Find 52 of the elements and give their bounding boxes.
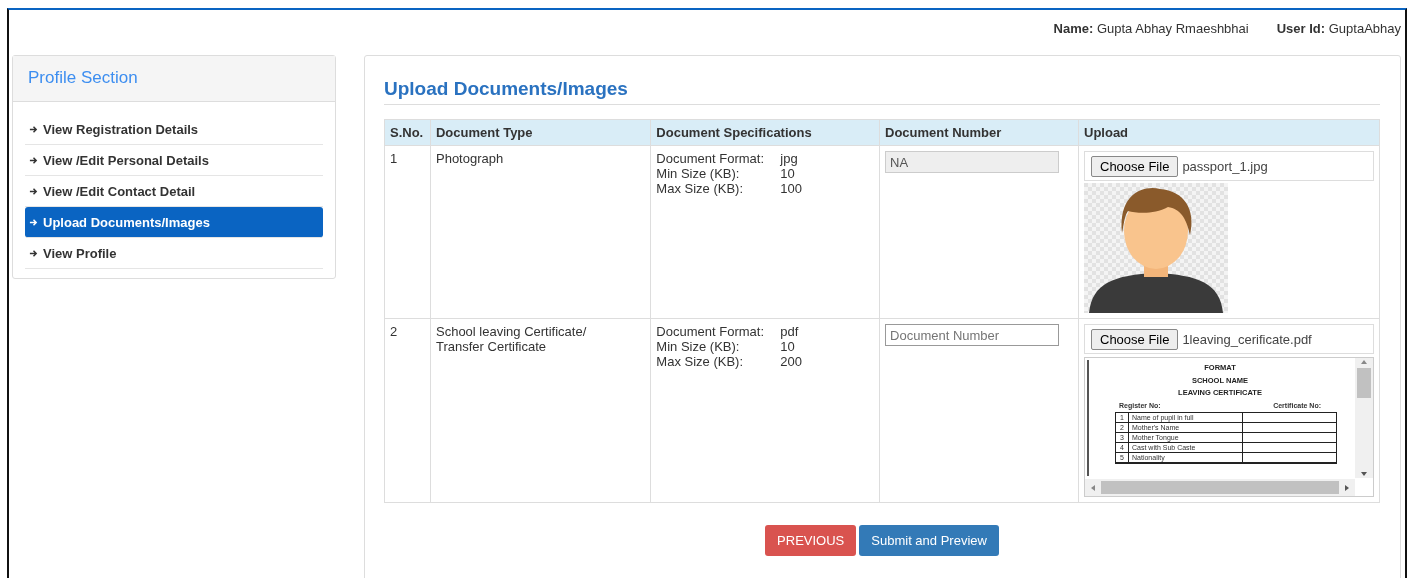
- spec-label: Max Size (KB):: [656, 181, 745, 196]
- arrow-icon: [29, 124, 38, 134]
- column-header: Upload: [1078, 119, 1380, 146]
- column-header: Document Specifications: [650, 119, 880, 146]
- file-input[interactable]: Choose File passport_1.jpg: [1084, 151, 1374, 181]
- submit-button[interactable]: Submit and Preview: [859, 525, 999, 556]
- spec-value: 10: [780, 166, 795, 181]
- arrow-icon: [29, 217, 38, 227]
- section-title: Upload Documents/Images: [384, 78, 1380, 105]
- scroll-up-icon[interactable]: [1360, 358, 1368, 366]
- document-type: Photograph: [436, 151, 505, 166]
- spec-label: Max Size (KB):: [656, 354, 745, 369]
- spec-label: Min Size (KB):: [656, 166, 741, 181]
- user-name: Name: Gupta Abhay Rmaeshbhai: [1053, 21, 1249, 38]
- sidebar-item[interactable]: View Profile: [25, 238, 323, 269]
- spec-label: Document Format:: [656, 324, 765, 339]
- spec-label: Document Format:: [656, 151, 765, 166]
- sidebar-title: Profile Section: [28, 68, 138, 87]
- spec-value: pdf: [780, 324, 799, 339]
- spec-value: 100: [780, 181, 803, 196]
- document-type: School leaving Certificate/: [436, 324, 588, 339]
- choose-file-button[interactable]: Choose File: [1091, 328, 1179, 350]
- scroll-right-icon[interactable]: [1343, 483, 1351, 492]
- table-cell: 2: [384, 318, 431, 503]
- vertical-scrollbar[interactable]: [1355, 358, 1373, 478]
- spec-value: jpg: [780, 151, 798, 166]
- file-name: passport_1.jpg: [1182, 158, 1268, 174]
- file-input[interactable]: Choose File 1leaving_cerificate.pdf: [1084, 324, 1374, 354]
- spec-label: Min Size (KB):: [656, 339, 741, 354]
- file-name: 1leaving_cerificate.pdf: [1182, 331, 1312, 347]
- spec-value: 10: [780, 339, 795, 354]
- choose-file-button[interactable]: Choose File: [1091, 155, 1179, 177]
- horizontal-scrollbar[interactable]: [1085, 479, 1355, 496]
- sidebar-item[interactable]: View /Edit Personal Details: [25, 145, 323, 176]
- table-cell: 1: [384, 145, 431, 319]
- arrow-icon: [29, 186, 38, 196]
- spec-value: 200: [780, 354, 803, 369]
- previous-button[interactable]: PREVIOUS: [765, 525, 857, 556]
- scroll-thumb[interactable]: [1357, 368, 1371, 398]
- document-type: Transfer Certificate: [436, 339, 548, 354]
- sidebar-item[interactable]: Upload Documents/Images: [25, 207, 323, 238]
- column-header: Document Type: [430, 119, 651, 146]
- column-header: S.No.: [384, 119, 431, 146]
- scroll-thumb[interactable]: [1101, 481, 1339, 494]
- document-number-field[interactable]: Document Number: [885, 324, 1060, 346]
- user-id: User Id: GuptaAbhay: [1276, 21, 1401, 38]
- scroll-left-icon[interactable]: [1089, 483, 1097, 492]
- arrow-icon: [29, 248, 38, 258]
- arrow-icon: [29, 155, 38, 165]
- column-header: Document Number: [879, 119, 1079, 146]
- scroll-down-icon[interactable]: [1360, 470, 1368, 478]
- sidebar-item[interactable]: View Registration Details: [25, 114, 323, 145]
